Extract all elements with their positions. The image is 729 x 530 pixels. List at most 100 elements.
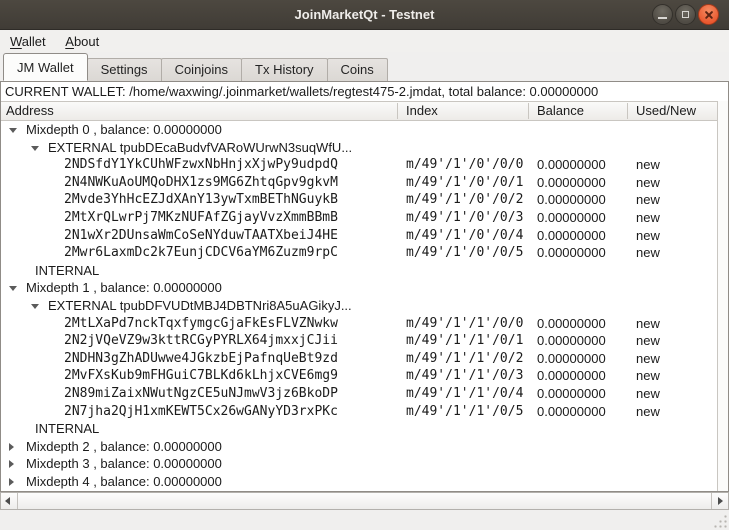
balance-cell: 0.00000000	[537, 227, 606, 245]
maximize-button[interactable]	[675, 4, 696, 25]
status-cell: new	[636, 244, 660, 262]
status-cell: new	[636, 191, 660, 209]
status-cell: new	[636, 403, 660, 421]
balance-cell: 0.00000000	[537, 350, 606, 368]
status-cell: new	[636, 174, 660, 192]
index-cell: m/49'/1'/1'/0/1	[406, 332, 523, 350]
address-cell: 2MvFXsKub9mFHGuiC7BLKd6kLhjxCVE6mg9	[64, 367, 338, 385]
menubar: Wallet About	[0, 30, 729, 52]
balance-cell: 0.00000000	[537, 403, 606, 421]
mixdepth-row[interactable]: Mixdepth 4 , balance: 0.00000000	[1, 473, 716, 491]
status-cell: new	[636, 227, 660, 245]
menu-about[interactable]: About	[57, 30, 107, 51]
address-row[interactable]: 2MvFXsKub9mFHGuiC7BLKd6kLhjxCVE6mg9 m/49'…	[1, 367, 716, 385]
tree-label: EXTERNAL tpubDEcaBudvfVARoWUrwN3suqWfU..…	[48, 139, 352, 157]
menu-about-label: bout	[74, 34, 99, 49]
expander-expanded-icon[interactable]	[9, 128, 17, 133]
address-row[interactable]: 2N89miZaixNWutNgzCE5uNJmwV3jz6BkoDPm/49'…	[1, 385, 716, 403]
mixdepth-row[interactable]: Mixdepth 1 , balance: 0.00000000	[1, 279, 716, 297]
address-cell: 2N7jha2QjH1xmKEWT5Cx26wGANyYD3rxPKc	[64, 403, 338, 421]
expander-expanded-icon[interactable]	[31, 304, 39, 309]
index-cell: m/49'/1'/0'/0/0	[406, 156, 523, 174]
status-cell: new	[636, 315, 660, 333]
scroll-right-button[interactable]	[711, 493, 728, 509]
tab-jm-wallet[interactable]: JM Wallet	[3, 53, 88, 81]
maximize-icon	[682, 11, 689, 18]
balance-cell: 0.00000000	[537, 156, 606, 174]
mixdepth-row[interactable]: Mixdepth 0 , balance: 0.00000000	[1, 121, 716, 139]
address-cell: 2N89miZaixNWutNgzCE5uNJmwV3jz6BkoDP	[64, 385, 338, 403]
address-row[interactable]: 2N2jVQeVZ9w3kttRCGyPYRLX64jmxxjCJii m/49'…	[1, 332, 716, 350]
menu-about-accel: A	[65, 34, 74, 49]
horizontal-scrollbar[interactable]	[0, 492, 729, 510]
vertical-scrollbar-track[interactable]	[717, 101, 728, 491]
tree-label: INTERNAL	[35, 262, 99, 280]
balance-cell: 0.00000000	[537, 385, 606, 403]
address-row[interactable]: 2NDHN3gZhADUwwe4JGkzbEjPafnqUeBt9zd m/49'…	[1, 350, 716, 368]
balance-cell: 0.00000000	[537, 244, 606, 262]
tree-label: INTERNAL	[35, 420, 99, 438]
address-cell: 2Mwr6LaxmDc2k7EunjCDCV6aYM6Zuzm9rpC	[64, 244, 338, 262]
address-row[interactable]: 2MtXrQLwrPj7MKzNUFAfZGjayVvzXmmBBmBm/49'…	[1, 209, 716, 227]
tab-coins[interactable]: Coins	[327, 58, 388, 81]
status-bar	[0, 510, 729, 530]
address-row[interactable]: 2N7jha2QjH1xmKEWT5Cx26wGANyYD3rxPKc m/49'…	[1, 403, 716, 421]
balance-cell: 0.00000000	[537, 367, 606, 385]
address-row[interactable]: 2N1wXr2DUnsaWmCoSeNYduwTAATXbeiJ4HEm/49'…	[1, 227, 716, 245]
address-cell: 2N2jVQeVZ9w3kttRCGyPYRLX64jmxxjCJii	[64, 332, 338, 350]
address-row[interactable]: 2MtLXaPd7nckTqxfymgcGjaFkEsFLVZNwkw m/49'…	[1, 315, 716, 333]
tree-label: Mixdepth 1 , balance: 0.00000000	[26, 279, 222, 297]
internal-row[interactable]: INTERNAL	[1, 262, 716, 280]
address-cell: 2MtXrQLwrPj7MKzNUFAfZGjayVvzXmmBBmB	[64, 209, 338, 227]
address-cell: 2NDSfdY1YkCUhWFzwxNbHnjxXjwPy9udpdQ	[64, 156, 338, 174]
expander-collapsed-icon[interactable]	[9, 443, 14, 451]
balance-cell: 0.00000000	[537, 332, 606, 350]
index-cell: m/49'/1'/1'/0/3	[406, 367, 523, 385]
index-cell: m/49'/1'/0'/0/1	[406, 174, 523, 192]
index-cell: m/49'/1'/1'/0/2	[406, 350, 523, 368]
tabbar: JM Wallet Settings Coinjoins Tx History …	[0, 52, 729, 81]
address-row[interactable]: 2N4NWKuAoUMQoDHX1zs9MG6ZhtqGpv9gkvMm/49'…	[1, 174, 716, 192]
status-cell: new	[636, 209, 660, 227]
status-cell: new	[636, 350, 660, 368]
menu-wallet-label: allet	[22, 34, 46, 49]
tab-settings[interactable]: Settings	[87, 58, 162, 81]
column-header-address[interactable]: Address	[6, 102, 54, 120]
address-row[interactable]: 2Mvde3YhHcEZJdXAnY13ywTxmBEThNGuykBm/49'…	[1, 191, 716, 209]
mixdepth-row[interactable]: Mixdepth 3 , balance: 0.00000000	[1, 455, 716, 473]
index-cell: m/49'/1'/1'/0/0	[406, 315, 523, 333]
window-title: JoinMarketQt - Testnet	[0, 0, 729, 30]
internal-row[interactable]: INTERNAL	[1, 420, 716, 438]
branch-row[interactable]: EXTERNAL tpubDFVUDtMBJ4DBTNri8A5uAGikyJ.…	[1, 297, 716, 315]
index-cell: m/49'/1'/1'/0/5	[406, 403, 523, 421]
address-row[interactable]: 2NDSfdY1YkCUhWFzwxNbHnjxXjwPy9udpdQ m/49'…	[1, 156, 716, 174]
expander-collapsed-icon[interactable]	[9, 478, 14, 486]
address-cell: 2MtLXaPd7nckTqxfymgcGjaFkEsFLVZNwkw	[64, 315, 338, 333]
column-header-usednew[interactable]: Used/New	[636, 102, 696, 120]
menu-wallet[interactable]: Wallet	[2, 30, 54, 51]
expander-collapsed-icon[interactable]	[9, 460, 14, 468]
column-header-balance[interactable]: Balance	[537, 102, 584, 120]
minimize-icon	[658, 17, 667, 19]
tree-label: Mixdepth 3 , balance: 0.00000000	[26, 455, 222, 473]
close-button[interactable]	[698, 4, 719, 25]
resize-grip[interactable]	[712, 513, 727, 528]
mixdepth-row[interactable]: Mixdepth 2 , balance: 0.00000000	[1, 438, 716, 456]
current-wallet-label: CURRENT WALLET: /home/waxwing/.joinmarke…	[1, 82, 728, 101]
minimize-button[interactable]	[652, 4, 673, 25]
expander-expanded-icon[interactable]	[9, 286, 17, 291]
address-row[interactable]: 2Mwr6LaxmDc2k7EunjCDCV6aYM6Zuzm9rpCm/49'…	[1, 244, 716, 262]
index-cell: m/49'/1'/0'/0/2	[406, 191, 523, 209]
arrow-left-icon	[5, 497, 10, 505]
expander-expanded-icon[interactable]	[31, 146, 39, 151]
balance-cell: 0.00000000	[537, 174, 606, 192]
tab-tx-history[interactable]: Tx History	[241, 58, 328, 81]
column-header-index[interactable]: Index	[406, 102, 438, 120]
address-cell: 2NDHN3gZhADUwwe4JGkzbEjPafnqUeBt9zd	[64, 350, 338, 368]
status-cell: new	[636, 332, 660, 350]
tab-coinjoins[interactable]: Coinjoins	[161, 58, 242, 81]
scroll-left-button[interactable]	[1, 493, 18, 509]
branch-row[interactable]: EXTERNAL tpubDEcaBudvfVARoWUrwN3suqWfU..…	[1, 139, 716, 157]
column-divider	[627, 103, 628, 119]
titlebar[interactable]: JoinMarketQt - Testnet	[0, 0, 729, 30]
